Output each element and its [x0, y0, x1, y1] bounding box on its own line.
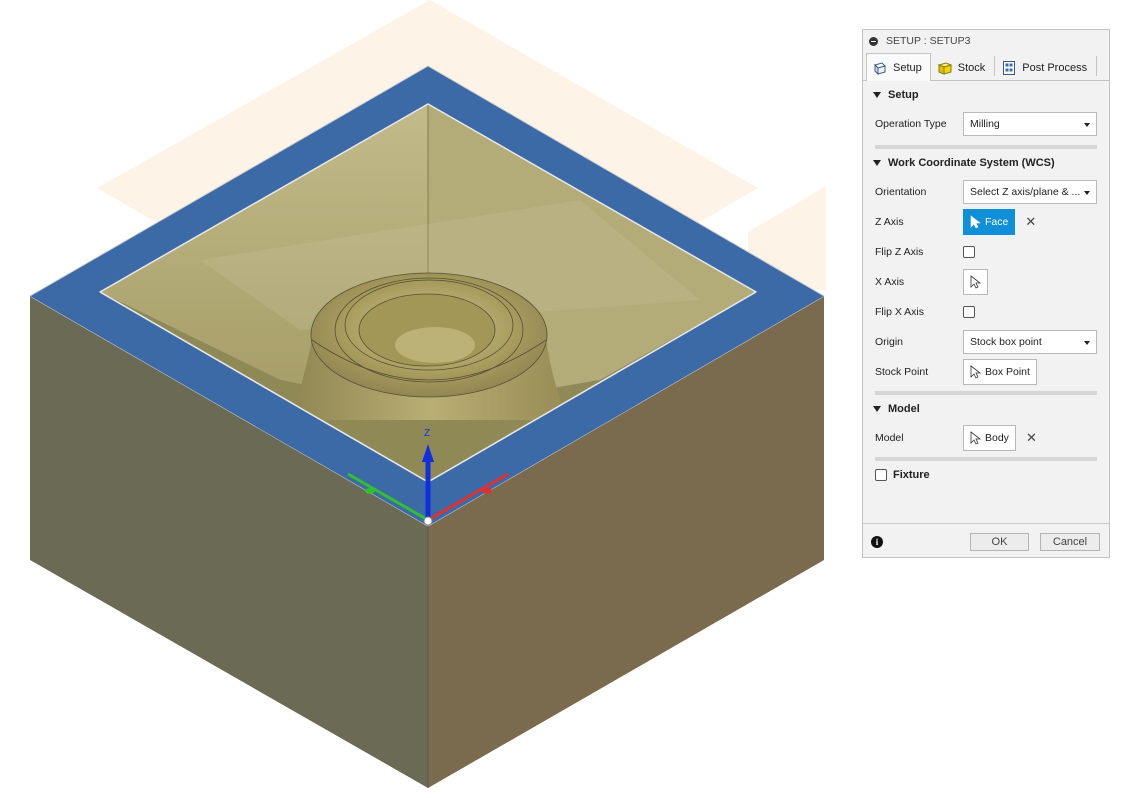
chevron-down-icon [1084, 123, 1090, 127]
operation-type-row: Operation Type Milling [863, 109, 1109, 139]
dialog-title: SETUP : SETUP3 [886, 35, 971, 47]
dialog-footer: i OK Cancel [863, 523, 1109, 559]
setup-icon [874, 61, 886, 75]
orientation-dropdown[interactable]: Select Z axis/plane & ... [963, 180, 1097, 204]
origin-dropdown[interactable]: Stock box point [963, 330, 1097, 354]
section-model-header[interactable]: Model [863, 395, 1109, 423]
z-axis-field-label: Z Axis [875, 216, 904, 228]
section-setup-header[interactable]: Setup [863, 81, 1109, 109]
dialog-titlebar: SETUP : SETUP3 [863, 30, 1109, 52]
stock-point-select-button[interactable]: Box Point [963, 359, 1037, 385]
flip-z-label: Flip Z Axis [875, 246, 924, 258]
operation-type-dropdown[interactable]: Milling [963, 112, 1097, 136]
tab-stock[interactable]: Stock [931, 54, 995, 80]
tab-setup[interactable]: Setup [866, 53, 931, 81]
model-row: Model Body ✕ [863, 423, 1109, 453]
cursor-arrow-icon [970, 365, 981, 379]
flip-x-row: Flip X Axis [863, 297, 1109, 327]
x-axis-select-button[interactable] [963, 269, 988, 295]
ok-button[interactable]: OK [970, 533, 1029, 551]
tab-bar: Setup Stock Post Process [863, 52, 1109, 81]
section-wcs-title: Work Coordinate System (WCS) [888, 157, 1055, 169]
flip-z-checkbox[interactable] [963, 246, 975, 258]
tab-post-process-label: Post Process [1022, 61, 1088, 74]
cursor-arrow-icon [970, 215, 981, 229]
model-label: Model [875, 432, 904, 444]
tab-setup-label: Setup [893, 61, 922, 74]
chevron-down-icon [1084, 341, 1090, 345]
z-axis-label: Z [424, 428, 430, 439]
collapse-icon[interactable] [869, 36, 878, 46]
z-axis-value: Face [985, 216, 1009, 228]
section-fixture-header: Fixture [863, 461, 1109, 489]
section-setup-title: Setup [888, 89, 919, 101]
operation-type-label: Operation Type [875, 118, 947, 130]
origin-label: Origin [875, 336, 904, 348]
origin-point[interactable] [423, 516, 433, 526]
operation-type-value: Milling [970, 118, 1000, 130]
cancel-button[interactable]: Cancel [1040, 533, 1100, 551]
stock-point-row: Stock Point Box Point [863, 357, 1109, 387]
section-model-title: Model [888, 403, 920, 415]
flip-z-row: Flip Z Axis [863, 237, 1109, 267]
tab-post-process[interactable]: Post Process [995, 54, 1096, 80]
flip-x-checkbox[interactable] [963, 306, 975, 318]
clear-z-axis-icon[interactable]: ✕ [1025, 214, 1036, 230]
stock-point-value: Box Point [985, 366, 1030, 378]
section-wcs-header[interactable]: Work Coordinate System (WCS) [863, 149, 1109, 177]
orientation-row: Orientation Select Z axis/plane & ... [863, 177, 1109, 207]
origin-row: Origin Stock box point [863, 327, 1109, 357]
x-axis-row: X Axis [863, 267, 1109, 297]
3d-viewport[interactable]: Z [0, 0, 850, 798]
origin-value: Stock box point [970, 336, 1042, 348]
collapse-triangle-icon [873, 406, 881, 412]
clear-model-icon[interactable]: ✕ [1026, 430, 1037, 446]
collapse-triangle-icon [873, 160, 881, 166]
chevron-down-icon [1084, 191, 1090, 195]
stock-point-label: Stock Point [875, 366, 929, 378]
fixture-label: Fixture [893, 469, 930, 481]
post-process-icon [1003, 60, 1016, 75]
z-axis-row: Z Axis Face ✕ [863, 207, 1109, 237]
orientation-label: Orientation [875, 186, 927, 198]
model-select-button[interactable]: Body [963, 425, 1016, 451]
stock-cube-icon [937, 61, 953, 75]
orientation-value: Select Z axis/plane & ... [970, 186, 1081, 198]
model-value: Body [985, 432, 1009, 444]
info-icon[interactable]: i [871, 535, 883, 548]
cursor-arrow-icon [970, 431, 981, 445]
fixture-checkbox[interactable] [875, 469, 887, 481]
flip-x-label: Flip X Axis [875, 306, 925, 318]
collapse-triangle-icon [873, 92, 881, 98]
cursor-arrow-icon [970, 275, 981, 289]
z-axis-select-button[interactable]: Face [963, 209, 1016, 235]
tab-stock-label: Stock [957, 61, 986, 74]
setup-dialog: SETUP : SETUP3 Setup Stock Post Process … [862, 29, 1110, 558]
x-axis-field-label: X Axis [875, 276, 905, 288]
